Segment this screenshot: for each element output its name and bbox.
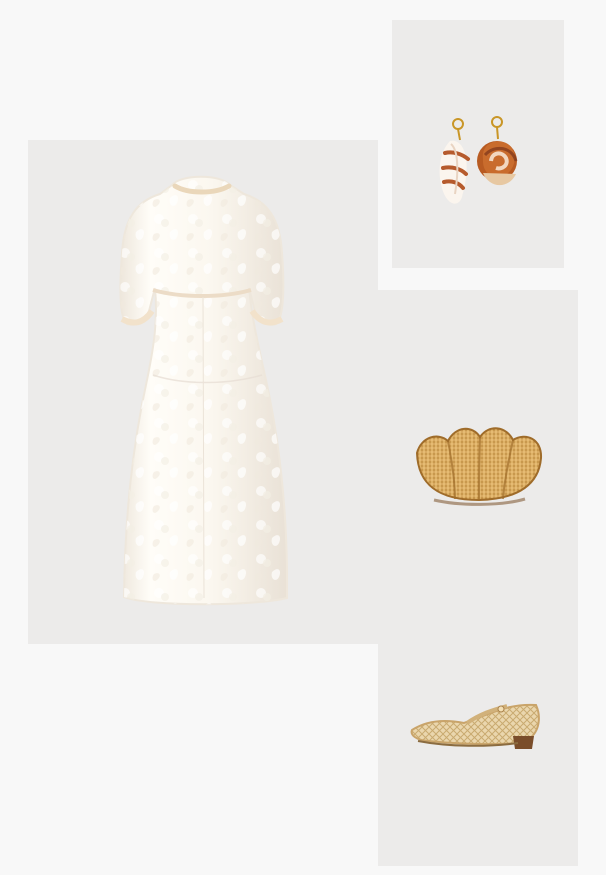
- shell-drop-earrings-icon[interactable]: [434, 116, 526, 212]
- outfit-moodboard: [0, 0, 606, 875]
- woven-mary-jane-shoe-icon[interactable]: [408, 692, 544, 752]
- accessories-product-panel[interactable]: [378, 290, 578, 866]
- dress-product-panel[interactable]: [28, 140, 378, 644]
- earrings-product-panel[interactable]: [392, 20, 564, 268]
- wicker-shell-clutch-icon[interactable]: [410, 420, 548, 512]
- white-jacquard-dress-icon[interactable]: [116, 174, 288, 610]
